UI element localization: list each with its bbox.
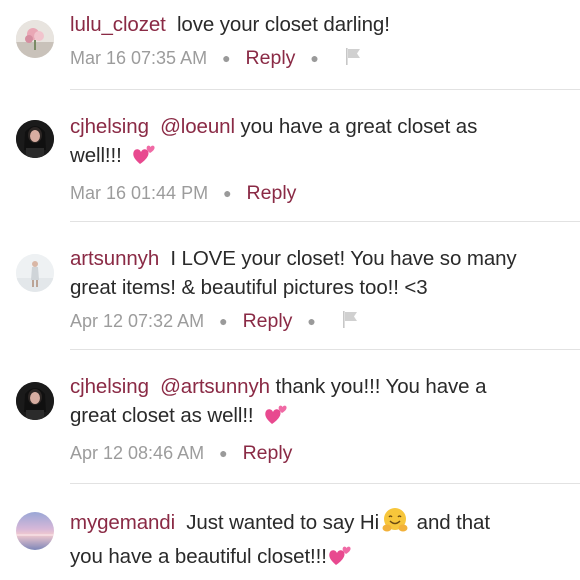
- two-hearts-icon: [131, 142, 157, 174]
- flag-icon[interactable]: [344, 46, 364, 71]
- timestamp: Apr 12 08:46 AM: [70, 442, 205, 463]
- comment-body: thank you!!! You have a: [275, 375, 487, 398]
- username-link[interactable]: cjhelsing: [70, 115, 149, 138]
- comment-body: love your closet darling!: [176, 13, 390, 36]
- comment-item: cjhelsing @loeunl you have a great close…: [0, 90, 580, 222]
- avatar[interactable]: [16, 382, 54, 420]
- hugging-face-icon: [381, 506, 409, 542]
- comment-body: great items! & beautiful pictures too!! …: [70, 276, 428, 299]
- comment-text: artsunnyh I LOVE your closet! You have s…: [70, 244, 568, 273]
- avatar[interactable]: [16, 254, 54, 292]
- mention-link[interactable]: @loeunl: [160, 115, 235, 138]
- comment-body: Just wanted to say Hi: [186, 511, 380, 534]
- comment-text: lulu_clozet love your closet darling!: [70, 10, 568, 39]
- comment-item: mygemandi Just wanted to say Hi and that…: [0, 484, 580, 580]
- username-link[interactable]: cjhelsing: [70, 375, 149, 398]
- timestamp: Apr 12 07:32 AM: [70, 310, 205, 331]
- comment-meta: Mar 16 07:35 AM ● Reply ●: [70, 44, 568, 72]
- separator-dot: ●: [223, 185, 232, 201]
- comment-text: mygemandi Just wanted to say Hi and that: [70, 506, 568, 542]
- avatar[interactable]: [16, 20, 54, 58]
- comment-meta: Mar 16 01:44 PM ● Reply: [70, 179, 568, 207]
- comment-item: cjhelsing @artsunnyh thank you!!! You ha…: [0, 350, 580, 484]
- comment-feed: lulu_clozet love your closet darling! Ma…: [0, 0, 580, 580]
- separator-dot: ●: [307, 313, 316, 329]
- avatar[interactable]: [16, 512, 54, 550]
- comment-text-continued: great closet as well!!: [70, 401, 568, 434]
- comment-body: great closet as well!!: [70, 404, 254, 427]
- two-hearts-icon: [327, 543, 353, 575]
- flag-icon[interactable]: [341, 309, 361, 334]
- separator-dot: ●: [219, 445, 228, 461]
- username-link[interactable]: mygemandi: [70, 511, 175, 534]
- comment-text-continued: you have a beautiful closet!!!: [70, 542, 568, 575]
- two-hearts-icon: [263, 402, 289, 434]
- comment-body: well!!!: [70, 144, 122, 167]
- timestamp: Mar 16 01:44 PM: [70, 182, 209, 203]
- comment-text: cjhelsing @artsunnyh thank you!!! You ha…: [70, 372, 568, 401]
- comment-body: I LOVE your closet! You have so many: [170, 247, 517, 270]
- separator-dot: ●: [310, 50, 319, 66]
- avatar[interactable]: [16, 120, 54, 158]
- reply-button[interactable]: Reply: [243, 310, 293, 333]
- reply-button[interactable]: Reply: [246, 47, 296, 70]
- reply-button[interactable]: Reply: [247, 182, 297, 205]
- comment-item: lulu_clozet love your closet darling! Ma…: [0, 0, 580, 90]
- username-link[interactable]: lulu_clozet: [70, 13, 166, 36]
- comment-meta: Apr 12 07:32 AM ● Reply ●: [70, 307, 568, 335]
- comment-body: you have a great closet as: [240, 115, 478, 138]
- comment-item: artsunnyh I LOVE your closet! You have s…: [0, 222, 580, 350]
- comment-body: you have a beautiful closet!!!: [70, 545, 327, 568]
- separator-dot: ●: [219, 313, 228, 329]
- timestamp: Mar 16 07:35 AM: [70, 47, 208, 68]
- comment-text: cjhelsing @loeunl you have a great close…: [70, 112, 568, 141]
- comment-text-continued: great items! & beautiful pictures too!! …: [70, 273, 568, 302]
- comment-body: and that: [416, 511, 490, 534]
- comment-text-continued: well!!!: [70, 141, 568, 174]
- comment-meta: Apr 12 08:46 AM ● Reply: [70, 439, 568, 467]
- mention-link[interactable]: @artsunnyh: [160, 375, 270, 398]
- username-link[interactable]: artsunnyh: [70, 247, 159, 270]
- reply-button[interactable]: Reply: [243, 442, 293, 465]
- separator-dot: ●: [222, 50, 231, 66]
